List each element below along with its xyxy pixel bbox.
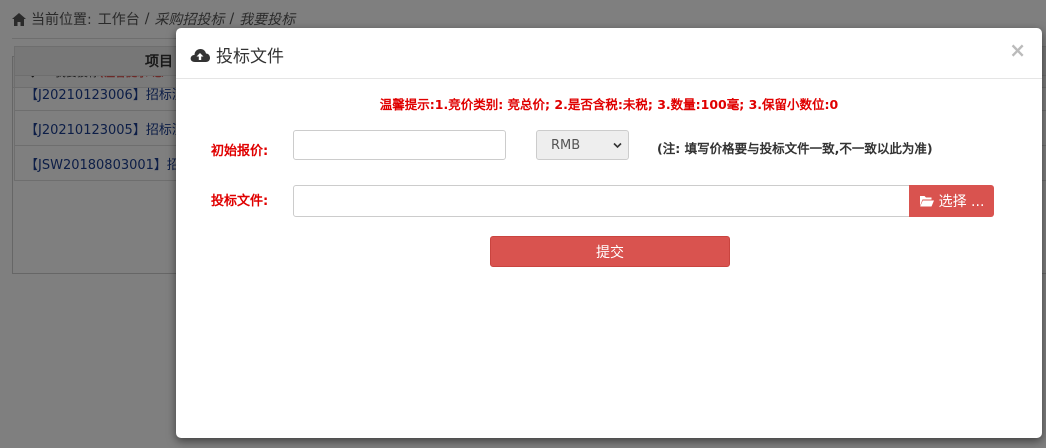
price-label: 初始报价: bbox=[211, 144, 269, 159]
chevron-down-icon bbox=[613, 142, 622, 149]
file-path-input[interactable] bbox=[293, 185, 910, 217]
modal-title: 投标文件 bbox=[190, 42, 284, 67]
close-button[interactable]: × bbox=[1009, 40, 1026, 60]
folder-open-icon bbox=[919, 196, 934, 207]
choose-file-label: 选择 ... bbox=[938, 194, 985, 210]
currency-select[interactable]: RMB bbox=[536, 130, 629, 160]
choose-file-button[interactable]: 选择 ... bbox=[909, 185, 994, 217]
price-input[interactable] bbox=[293, 130, 506, 160]
currency-selected-value: RMB bbox=[551, 137, 581, 153]
notice-text: 温馨提示:1.竞价类别: 竞总价; 2.是否含税:未税; 3.数量:100毫; … bbox=[379, 97, 839, 112]
file-label: 投标文件: bbox=[211, 194, 269, 209]
bid-file-modal: 投标文件 × 温馨提示:1.竞价类别: 竞总价; 2.是否含税:未税; 3.数量… bbox=[176, 28, 1042, 438]
modal-header: 投标文件 × bbox=[176, 28, 1042, 79]
cloud-upload-icon bbox=[190, 48, 210, 62]
submit-button[interactable]: 提交 bbox=[490, 236, 730, 267]
price-note: (注: 填写价格要与投标文件一致,不一致以此为准) bbox=[657, 141, 933, 156]
modal-title-text: 投标文件 bbox=[216, 47, 284, 67]
